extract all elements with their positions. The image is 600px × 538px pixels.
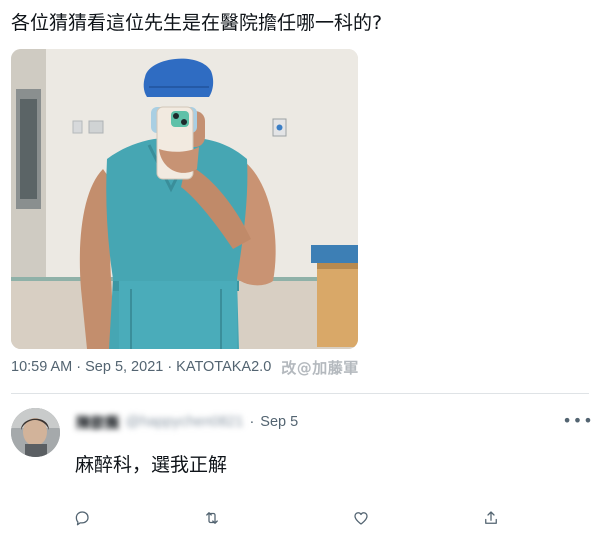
reply-header: 陳歆薇 @happychen0821 · Sep 5 [76, 412, 298, 432]
retweet-icon [203, 509, 221, 531]
reply-avatar[interactable] [11, 408, 60, 457]
more-options-button[interactable]: ••• [562, 411, 592, 430]
reply-date[interactable]: Sep 5 [260, 414, 298, 430]
tweet-photo[interactable] [11, 49, 358, 349]
comment-icon [73, 509, 91, 531]
tweet-source: KATOTAKA2.0 [176, 359, 272, 375]
meta-separator: · [167, 359, 173, 375]
tweet-time[interactable]: 10:59 AM [11, 359, 72, 375]
reply-button[interactable] [70, 508, 94, 532]
reply-author-name[interactable]: 陳歆薇 [76, 412, 120, 433]
watermark: 改@加藤軍 [281, 358, 359, 377]
reply-actions [0, 508, 600, 532]
meta-separator: · [76, 359, 82, 375]
heart-icon [352, 509, 370, 531]
like-button[interactable] [349, 508, 373, 532]
reply-author-handle[interactable]: @happychen0821 [126, 414, 244, 430]
retweet-button[interactable] [200, 508, 224, 532]
share-icon [482, 509, 500, 531]
reply-separator: · [249, 414, 255, 430]
reply-text: 麻醉科，選我正解 [75, 454, 228, 476]
tweet-text: 各位猜猜看這位先生是在醫院擔任哪一科的? [11, 12, 383, 34]
share-button[interactable] [479, 508, 503, 532]
tweet-date[interactable]: Sep 5, 2021 [85, 359, 163, 375]
divider [11, 393, 589, 394]
tweet-meta: 10:59 AM · Sep 5, 2021 · KATOTAKA2.0 改@加… [11, 356, 359, 378]
